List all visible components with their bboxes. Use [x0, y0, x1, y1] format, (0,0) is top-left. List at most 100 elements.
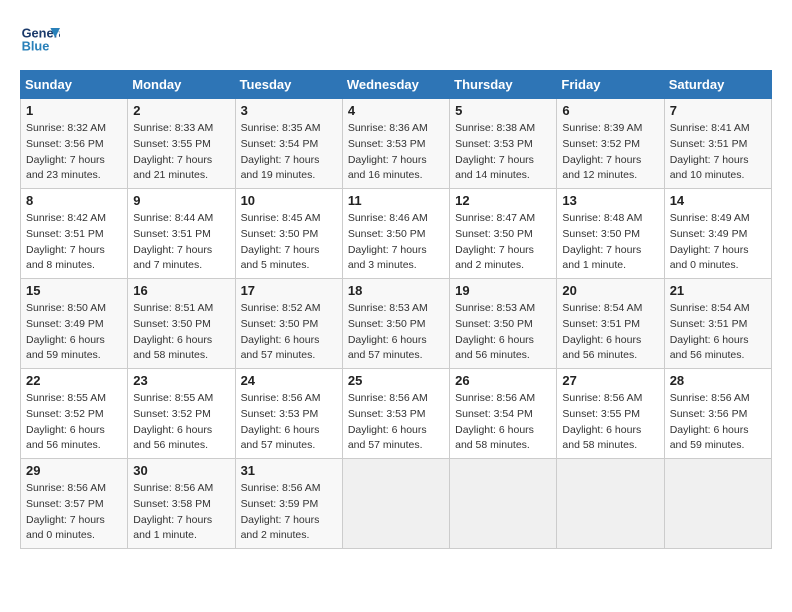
calendar-cell: 1 Sunrise: 8:32 AMSunset: 3:56 PMDaylight… [21, 99, 128, 189]
day-number: 25 [348, 373, 444, 388]
calendar-cell: 14 Sunrise: 8:49 AMSunset: 3:49 PMDayligh… [664, 189, 771, 279]
day-detail: Sunrise: 8:54 AMSunset: 3:51 PMDaylight:… [670, 301, 766, 364]
day-detail: Sunrise: 8:33 AMSunset: 3:55 PMDaylight:… [133, 121, 229, 184]
day-detail: Sunrise: 8:56 AMSunset: 3:54 PMDaylight:… [455, 391, 551, 454]
day-number: 5 [455, 103, 551, 118]
day-number: 14 [670, 193, 766, 208]
calendar-cell [664, 459, 771, 549]
day-detail: Sunrise: 8:42 AMSunset: 3:51 PMDaylight:… [26, 211, 122, 274]
calendar-table: SundayMondayTuesdayWednesdayThursdayFrid… [20, 70, 772, 549]
day-detail: Sunrise: 8:46 AMSunset: 3:50 PMDaylight:… [348, 211, 444, 274]
calendar-cell: 26 Sunrise: 8:56 AMSunset: 3:54 PMDayligh… [450, 369, 557, 459]
day-number: 10 [241, 193, 337, 208]
dow-saturday: Saturday [664, 71, 771, 99]
day-detail: Sunrise: 8:49 AMSunset: 3:49 PMDaylight:… [670, 211, 766, 274]
calendar-cell: 12 Sunrise: 8:47 AMSunset: 3:50 PMDayligh… [450, 189, 557, 279]
calendar-cell: 7 Sunrise: 8:41 AMSunset: 3:51 PMDaylight… [664, 99, 771, 189]
day-number: 11 [348, 193, 444, 208]
day-detail: Sunrise: 8:56 AMSunset: 3:59 PMDaylight:… [241, 481, 337, 544]
calendar-cell: 25Sunrise: 8:56 AMSunset: 3:53 PMDayligh… [342, 369, 449, 459]
calendar-cell: 19Sunrise: 8:53 AMSunset: 3:50 PMDayligh… [450, 279, 557, 369]
calendar-cell: 8 Sunrise: 8:42 AMSunset: 3:51 PMDaylight… [21, 189, 128, 279]
calendar-cell: 23 Sunrise: 8:55 AMSunset: 3:52 PMDayligh… [128, 369, 235, 459]
calendar-cell: 13Sunrise: 8:48 AMSunset: 3:50 PMDayligh… [557, 189, 664, 279]
day-detail: Sunrise: 8:36 AMSunset: 3:53 PMDaylight:… [348, 121, 444, 184]
logo: General Blue [20, 20, 65, 60]
dow-monday: Monday [128, 71, 235, 99]
day-detail: Sunrise: 8:52 AMSunset: 3:50 PMDaylight:… [241, 301, 337, 364]
day-number: 9 [133, 193, 229, 208]
day-number: 4 [348, 103, 444, 118]
day-number: 12 [455, 193, 551, 208]
dow-sunday: Sunday [21, 71, 128, 99]
calendar-cell [557, 459, 664, 549]
dow-wednesday: Wednesday [342, 71, 449, 99]
day-number: 8 [26, 193, 122, 208]
day-number: 24 [241, 373, 337, 388]
logo-icon: General Blue [20, 20, 60, 60]
day-number: 23 [133, 373, 229, 388]
day-number: 7 [670, 103, 766, 118]
calendar-cell: 27Sunrise: 8:56 AMSunset: 3:55 PMDayligh… [557, 369, 664, 459]
day-number: 15 [26, 283, 122, 298]
day-detail: Sunrise: 8:56 AMSunset: 3:57 PMDaylight:… [26, 481, 122, 544]
day-number: 16 [133, 283, 229, 298]
calendar-week-5: 29 Sunrise: 8:56 AMSunset: 3:57 PMDayligh… [21, 459, 772, 549]
day-detail: Sunrise: 8:39 AMSunset: 3:52 PMDaylight:… [562, 121, 658, 184]
day-detail: Sunrise: 8:50 AMSunset: 3:49 PMDaylight:… [26, 301, 122, 364]
day-detail: Sunrise: 8:32 AMSunset: 3:56 PMDaylight:… [26, 121, 122, 184]
dow-friday: Friday [557, 71, 664, 99]
calendar-cell: 28Sunrise: 8:56 AMSunset: 3:56 PMDayligh… [664, 369, 771, 459]
calendar-cell: 18 Sunrise: 8:53 AMSunset: 3:50 PMDayligh… [342, 279, 449, 369]
day-number: 1 [26, 103, 122, 118]
day-number: 29 [26, 463, 122, 478]
day-detail: Sunrise: 8:53 AMSunset: 3:50 PMDaylight:… [348, 301, 444, 364]
day-number: 30 [133, 463, 229, 478]
day-detail: Sunrise: 8:47 AMSunset: 3:50 PMDaylight:… [455, 211, 551, 274]
day-detail: Sunrise: 8:51 AMSunset: 3:50 PMDaylight:… [133, 301, 229, 364]
dow-thursday: Thursday [450, 71, 557, 99]
day-number: 13 [562, 193, 658, 208]
day-number: 27 [562, 373, 658, 388]
calendar-cell: 9 Sunrise: 8:44 AMSunset: 3:51 PMDaylight… [128, 189, 235, 279]
calendar-week-4: 22 Sunrise: 8:55 AMSunset: 3:52 PMDayligh… [21, 369, 772, 459]
calendar-cell: 11 Sunrise: 8:46 AMSunset: 3:50 PMDayligh… [342, 189, 449, 279]
calendar-cell [450, 459, 557, 549]
calendar-cell: 29 Sunrise: 8:56 AMSunset: 3:57 PMDayligh… [21, 459, 128, 549]
calendar-cell: 5 Sunrise: 8:38 AMSunset: 3:53 PMDaylight… [450, 99, 557, 189]
calendar-week-2: 8 Sunrise: 8:42 AMSunset: 3:51 PMDaylight… [21, 189, 772, 279]
day-detail: Sunrise: 8:45 AMSunset: 3:50 PMDaylight:… [241, 211, 337, 274]
calendar-cell: 2 Sunrise: 8:33 AMSunset: 3:55 PMDaylight… [128, 99, 235, 189]
day-detail: Sunrise: 8:54 AMSunset: 3:51 PMDaylight:… [562, 301, 658, 364]
day-number: 20 [562, 283, 658, 298]
day-number: 26 [455, 373, 551, 388]
day-detail: Sunrise: 8:38 AMSunset: 3:53 PMDaylight:… [455, 121, 551, 184]
day-detail: Sunrise: 8:55 AMSunset: 3:52 PMDaylight:… [26, 391, 122, 454]
dow-tuesday: Tuesday [235, 71, 342, 99]
day-number: 17 [241, 283, 337, 298]
calendar-cell: 22 Sunrise: 8:55 AMSunset: 3:52 PMDayligh… [21, 369, 128, 459]
day-number: 19 [455, 283, 551, 298]
calendar-cell [342, 459, 449, 549]
day-number: 3 [241, 103, 337, 118]
day-detail: Sunrise: 8:56 AMSunset: 3:58 PMDaylight:… [133, 481, 229, 544]
calendar-cell: 24Sunrise: 8:56 AMSunset: 3:53 PMDayligh… [235, 369, 342, 459]
page-header: General Blue [20, 20, 772, 60]
day-number: 2 [133, 103, 229, 118]
day-number: 18 [348, 283, 444, 298]
calendar-week-3: 15 Sunrise: 8:50 AMSunset: 3:49 PMDayligh… [21, 279, 772, 369]
day-number: 22 [26, 373, 122, 388]
svg-text:Blue: Blue [22, 38, 50, 53]
calendar-week-1: 1 Sunrise: 8:32 AMSunset: 3:56 PMDaylight… [21, 99, 772, 189]
day-number: 31 [241, 463, 337, 478]
day-detail: Sunrise: 8:55 AMSunset: 3:52 PMDaylight:… [133, 391, 229, 454]
day-detail: Sunrise: 8:41 AMSunset: 3:51 PMDaylight:… [670, 121, 766, 184]
calendar-cell: 20 Sunrise: 8:54 AMSunset: 3:51 PMDayligh… [557, 279, 664, 369]
calendar-cell: 3Sunrise: 8:35 AMSunset: 3:54 PMDaylight… [235, 99, 342, 189]
calendar-cell: 31 Sunrise: 8:56 AMSunset: 3:59 PMDayligh… [235, 459, 342, 549]
day-detail: Sunrise: 8:44 AMSunset: 3:51 PMDaylight:… [133, 211, 229, 274]
calendar-cell: 6Sunrise: 8:39 AMSunset: 3:52 PMDaylight… [557, 99, 664, 189]
calendar-cell: 10 Sunrise: 8:45 AMSunset: 3:50 PMDayligh… [235, 189, 342, 279]
calendar-cell: 17 Sunrise: 8:52 AMSunset: 3:50 PMDayligh… [235, 279, 342, 369]
day-number: 28 [670, 373, 766, 388]
